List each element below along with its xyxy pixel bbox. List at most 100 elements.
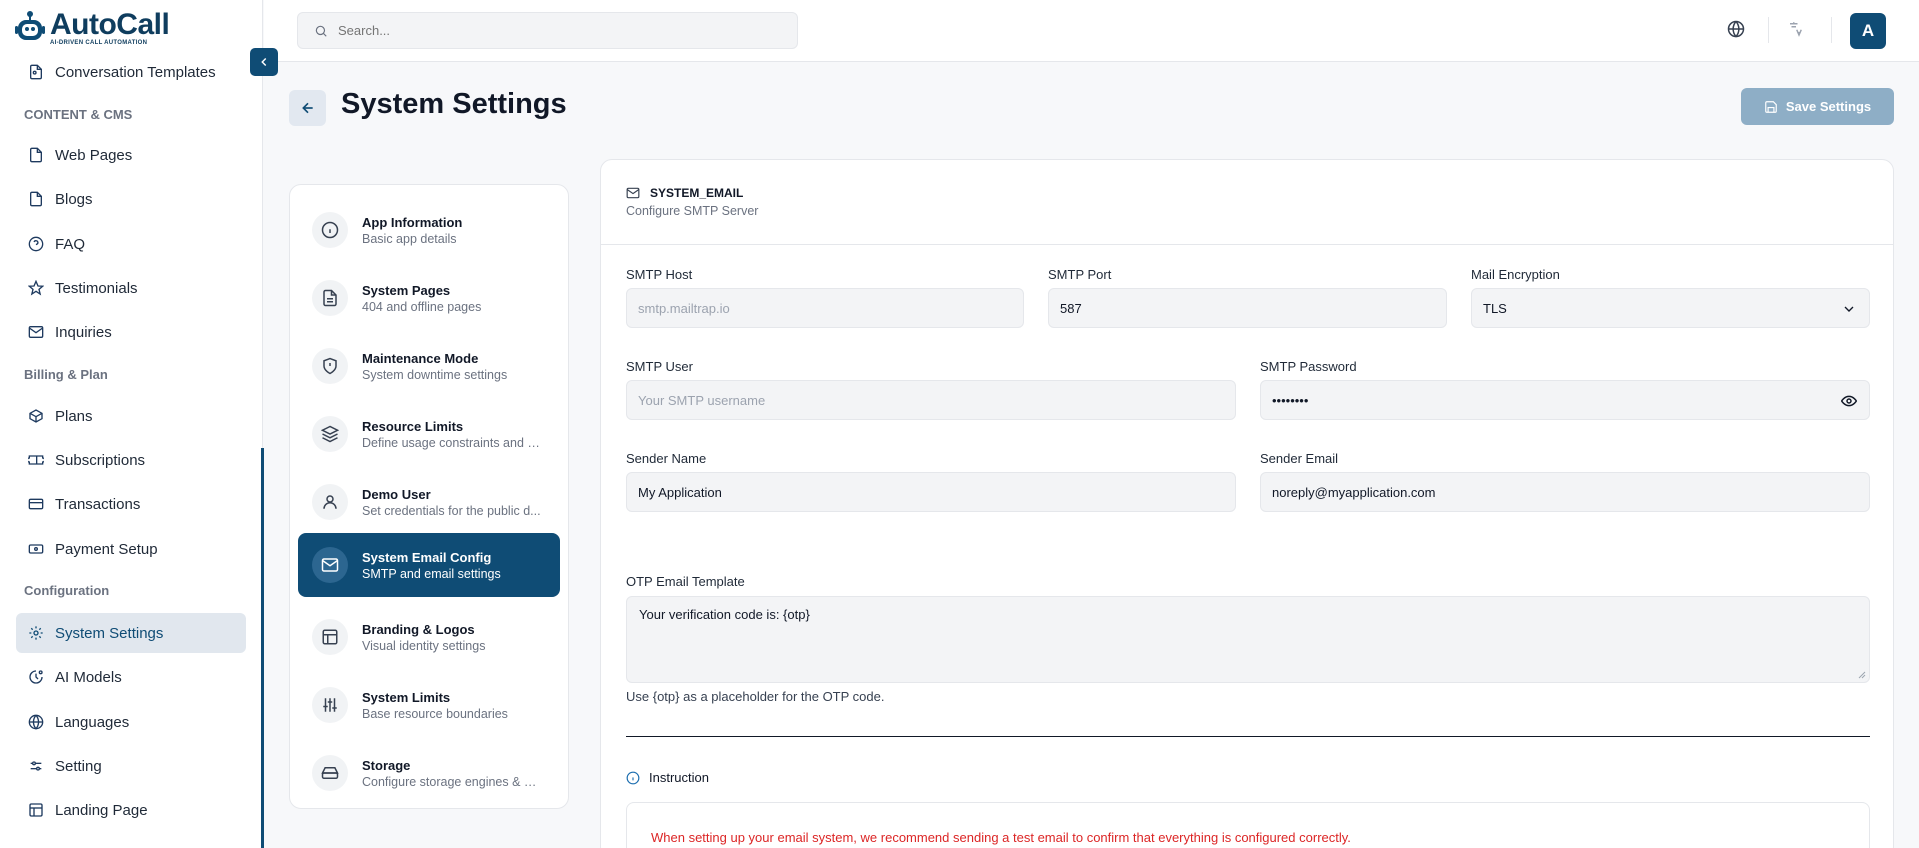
settings-menu-item-maintenance-mode[interactable]: Maintenance Mode System downtime settings [298, 334, 560, 398]
info-icon [626, 771, 640, 784]
sidebar-item-label: Subscriptions [55, 451, 146, 469]
sidebar-item-conversation-templates[interactable]: Conversation Templates [16, 52, 246, 92]
sidebar-item-payment-setup[interactable]: Payment Setup [16, 529, 246, 569]
settings-menu-item-system-email-config[interactable]: System Email Config SMTP and email settin… [298, 533, 560, 597]
sidebar-item-label: Conversation Templates [55, 63, 216, 81]
sidebar-item-label: Web Pages [55, 146, 133, 164]
globe-icon[interactable] [1727, 20, 1745, 38]
sidebar-item-subscriptions[interactable]: Subscriptions [16, 440, 246, 480]
user-icon [323, 495, 337, 509]
layers-icon [321, 425, 339, 443]
settings-menu-item-storage[interactable]: Storage Configure storage engines & S... [298, 741, 560, 805]
save-settings-button[interactable]: Save Settings [1741, 88, 1894, 125]
panel-header: SYSTEM_EMAIL Configure SMTP Server [601, 160, 1893, 245]
settings-menu-item-resource-limits[interactable]: Resource Limits Define usage constraints … [298, 402, 560, 466]
settings-menu-item-branding-logos[interactable]: Branding & Logos Visual identity settings [298, 605, 560, 669]
menu-item-desc: 404 and offline pages [362, 299, 482, 314]
sender-name-input[interactable]: My Application [626, 472, 1236, 512]
sidebar-item-landing-page[interactable]: Landing Page [16, 790, 246, 830]
menu-item-desc: Visual identity settings [362, 638, 486, 653]
sidebar-item-setting[interactable]: Setting [16, 746, 246, 786]
menu-item-desc: SMTP and email settings [362, 566, 501, 581]
back-button[interactable] [289, 90, 326, 126]
app-logo[interactable]: AutoCall AI-DRIVEN CALL AUTOMATION [14, 10, 170, 46]
translate-icon[interactable] [1787, 20, 1805, 38]
menu-item-title: Storage [362, 757, 411, 773]
save-button-label: Save Settings [1785, 99, 1872, 114]
sidebar-item-faq[interactable]: FAQ [16, 224, 246, 264]
arrow-left-icon [301, 102, 313, 114]
sidebar-section-title: Configuration [24, 583, 110, 598]
top-bar: A [264, 0, 1919, 62]
template-icon [30, 64, 42, 80]
menu-item-title: Resource Limits [362, 418, 464, 434]
instruction-text: When setting up your email system, we re… [651, 830, 1351, 845]
resize-grip-icon[interactable] [1858, 671, 1866, 679]
sidebar-item-blogs[interactable]: Blogs [16, 179, 246, 219]
avatar[interactable]: A [1850, 13, 1886, 49]
save-icon [1765, 100, 1777, 113]
sidebar-item-testimonials[interactable]: Testimonials [16, 268, 246, 308]
gear-icon [29, 626, 43, 640]
divider [1768, 17, 1769, 43]
search-box[interactable] [297, 12, 798, 49]
otp-template-hint: Use {otp} as a placeholder for the OTP c… [626, 689, 885, 704]
divider [1831, 17, 1832, 43]
hard-drive-icon [321, 767, 339, 779]
robot-logo-icon [15, 11, 45, 40]
banknote-icon [28, 544, 44, 554]
shield-alert-icon [323, 357, 337, 375]
wallet-icon [28, 498, 44, 510]
menu-item-desc: Set credentials for the public d... [362, 503, 541, 518]
instruction-header: Instruction [626, 770, 709, 785]
settings-menu-item-demo-user[interactable]: Demo User Set credentials for the public … [298, 470, 560, 534]
sender-email-input[interactable]: noreply@myapplication.com [1260, 472, 1870, 512]
sliders-icon [30, 761, 42, 771]
otp-template-label: OTP Email Template [626, 574, 745, 589]
mail-icon [28, 326, 44, 338]
sidebar: AutoCall AI-DRIVEN CALL AUTOMATION Conve… [0, 0, 263, 848]
sidebar-item-inquiries[interactable]: Inquiries [16, 312, 246, 352]
menu-item-title: Maintenance Mode [362, 350, 479, 366]
sidebar-item-label: AI Models [55, 668, 122, 686]
menu-item-title: System Pages [362, 282, 451, 298]
sidebar-item-label: Testimonials [55, 279, 138, 297]
instruction-box: When setting up your email system, we re… [626, 802, 1870, 848]
settings-menu-item-app-information[interactable]: App Information Basic app details [298, 198, 560, 262]
sender-email-label: Sender Email [1260, 451, 1339, 466]
sidebar-item-system-settings[interactable]: System Settings [16, 613, 246, 653]
smtp-user-input[interactable]: Your SMTP username [626, 380, 1236, 420]
email-config-panel: SYSTEM_EMAIL Configure SMTP Server SMTP … [600, 159, 1894, 848]
mail-encryption-select[interactable]: TLS [1471, 288, 1870, 328]
collapse-sidebar-button[interactable] [250, 48, 278, 76]
otp-template-textarea[interactable]: Your verification code is: {otp} [626, 596, 1870, 683]
settings-menu-item-system-limits[interactable]: System Limits Base resource boundaries [298, 673, 560, 737]
smtp-host-input[interactable]: smtp.mailtrap.io [626, 288, 1024, 328]
eye-icon[interactable] [1841, 393, 1857, 409]
sidebar-item-ai-models[interactable]: AI Models [16, 657, 246, 697]
chevron-left-icon [261, 57, 267, 67]
sidebar-item-transactions[interactable]: Transactions [16, 484, 246, 524]
sidebar-item-label: Languages [55, 713, 130, 731]
sidebar-scrollbar[interactable] [261, 448, 264, 848]
ai-icon [29, 670, 43, 684]
sidebar-item-plans[interactable]: Plans [16, 396, 246, 436]
menu-item-title: Branding & Logos [362, 621, 475, 637]
sidebar-item-label: Transactions [55, 495, 141, 513]
sidebar-item-label: Landing Page [55, 801, 148, 819]
layout-icon [322, 629, 338, 645]
sender-name-label: Sender Name [626, 451, 707, 466]
settings-menu-item-system-pages[interactable]: System Pages 404 and offline pages [298, 266, 560, 330]
sidebar-item-web-pages[interactable]: Web Pages [16, 135, 246, 175]
search-input[interactable] [338, 23, 778, 38]
instruction-title: Instruction [649, 770, 709, 785]
sidebar-item-languages[interactable]: Languages [16, 702, 246, 742]
smtp-port-input[interactable]: 587 [1048, 288, 1447, 328]
mail-icon [321, 558, 339, 572]
ticket-icon [28, 455, 44, 465]
menu-item-desc: Base resource boundaries [362, 706, 508, 721]
smtp-host-label: SMTP Host [626, 267, 693, 282]
smtp-password-input[interactable]: •••••••• [1260, 380, 1870, 420]
package-icon [29, 409, 43, 423]
mail-encryption-label: Mail Encryption [1471, 267, 1560, 282]
